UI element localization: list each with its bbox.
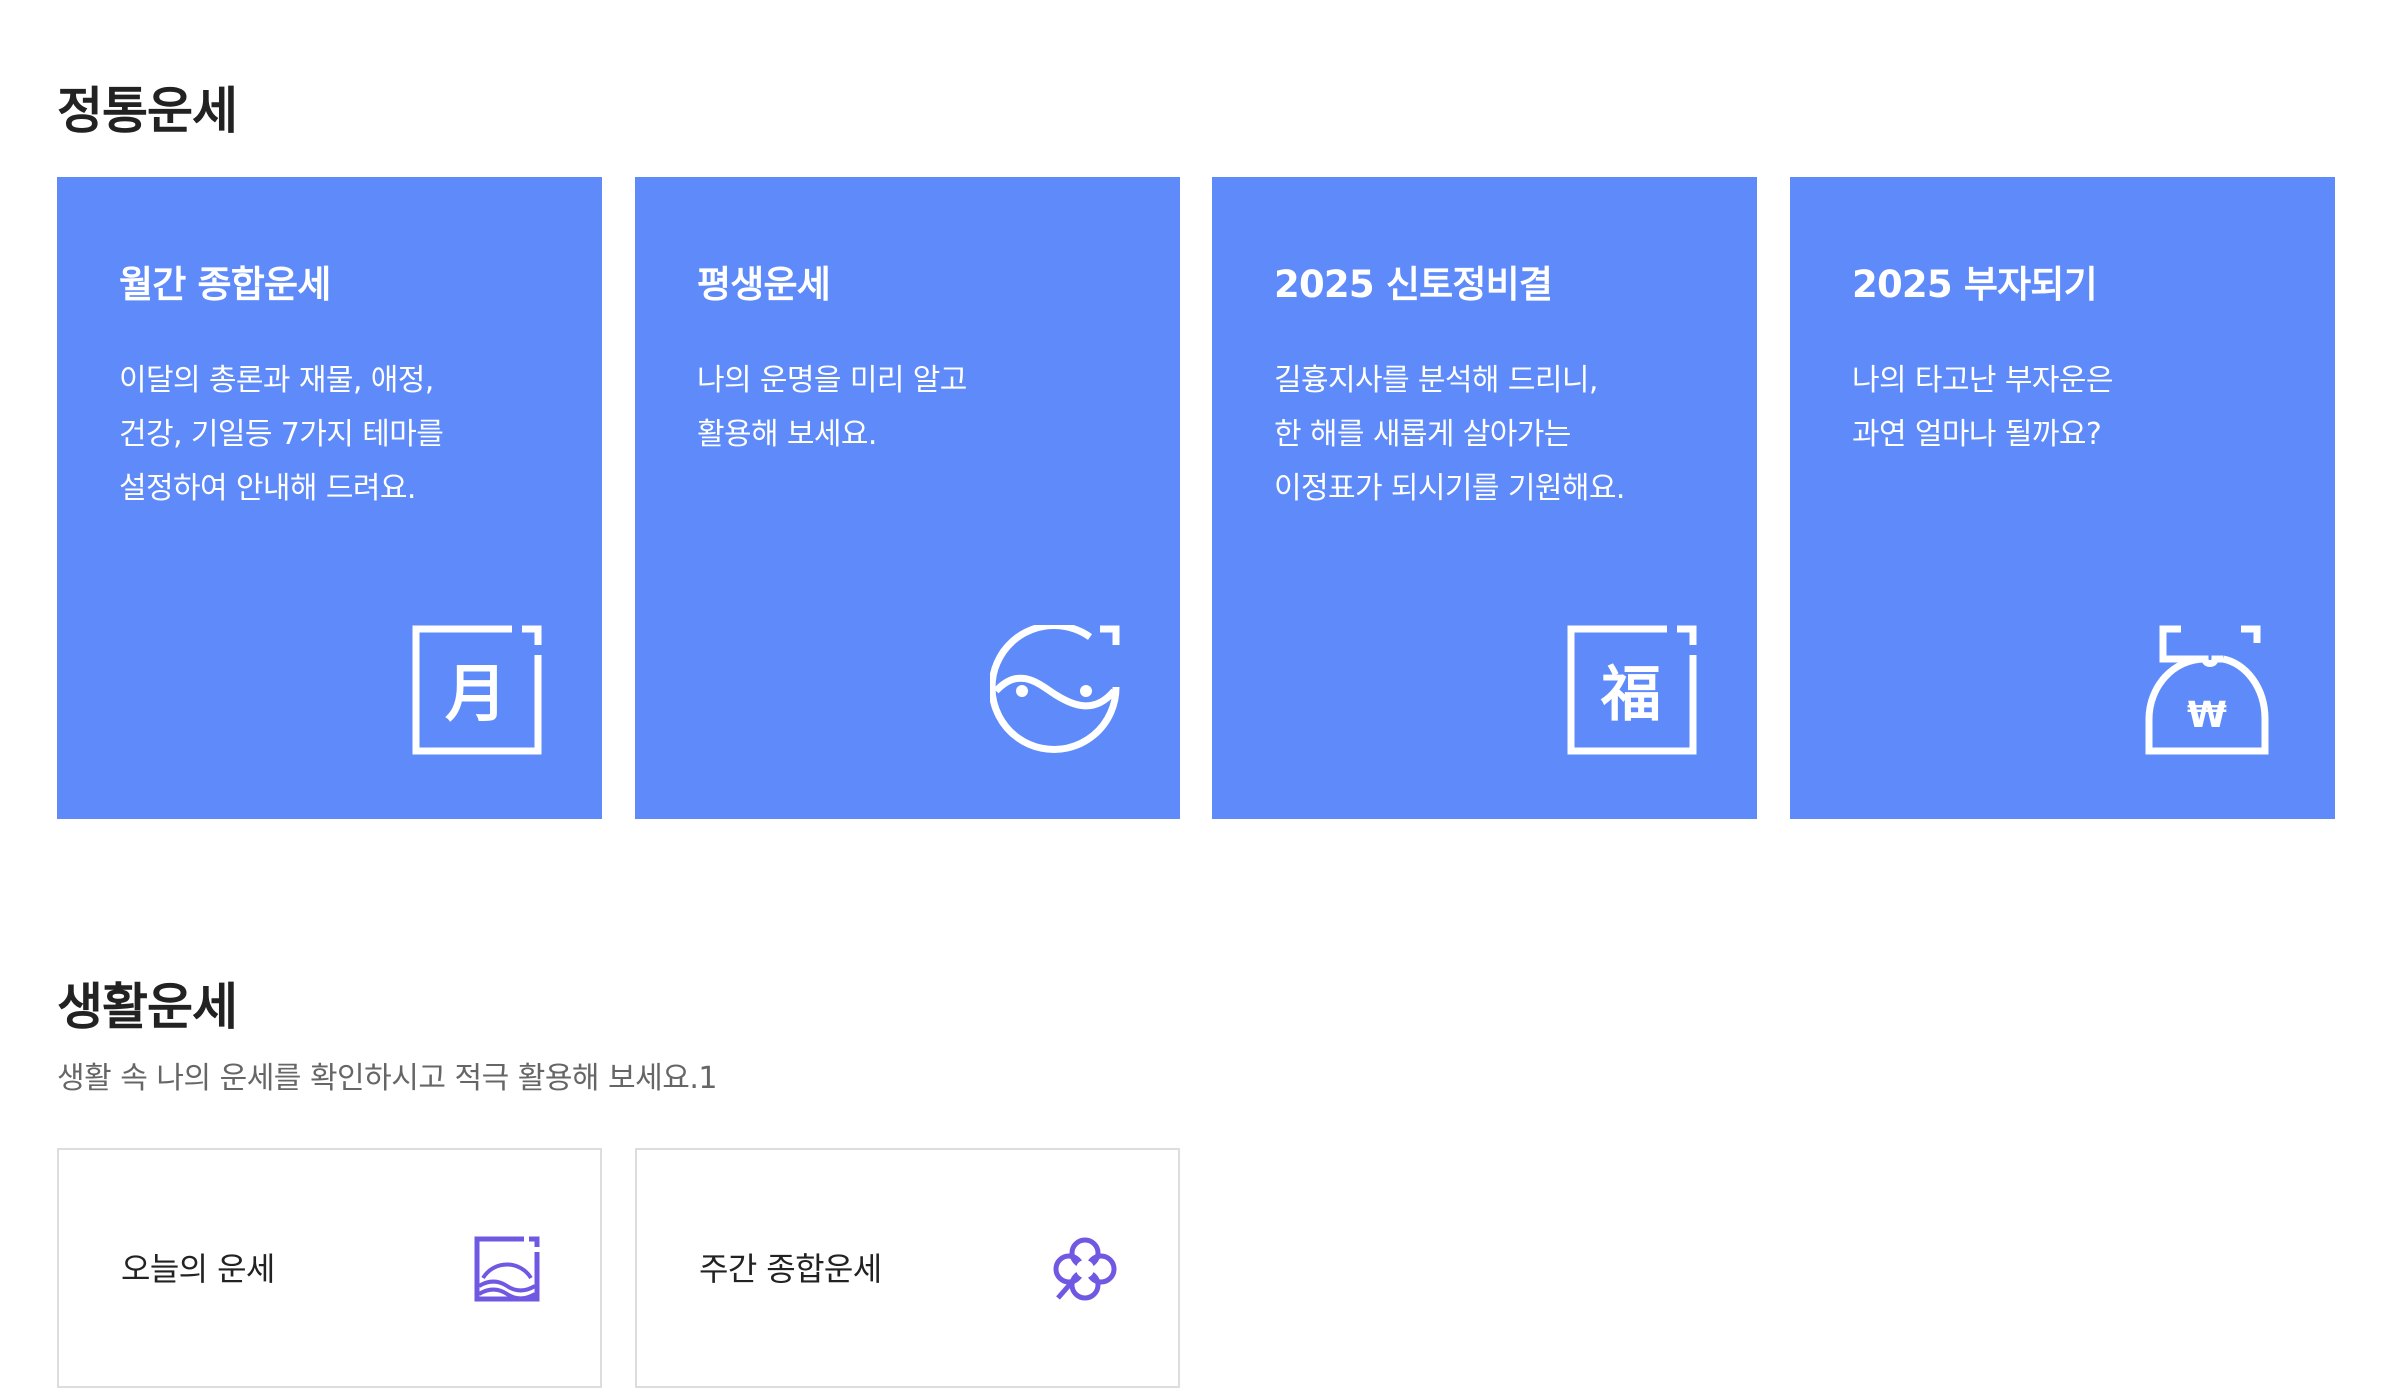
- card-description: 나의 타고난 부자운은 과연 얼마나 될까요?: [1852, 354, 2113, 462]
- card-description: 나의 운명을 미리 알고 활용해 보세요.: [697, 354, 967, 462]
- svg-text:₩: ₩: [2187, 695, 2227, 736]
- card-label: 오늘의 운세: [121, 1250, 275, 1288]
- section-title-life: 생활운세: [57, 978, 238, 1036]
- card-description: 이달의 총론과 재물, 애정, 건강, 기일등 7가지 테마를 설정하여 안내해…: [119, 354, 444, 516]
- yin-yang-icon: [990, 625, 1120, 755]
- card-desc-line: 과연 얼마나 될까요?: [1852, 417, 2102, 452]
- card-monthly-fortune[interactable]: 월간 종합운세 이달의 총론과 재물, 애정, 건강, 기일등 7가지 테마를 …: [57, 177, 602, 819]
- card-desc-line: 건강, 기일등 7가지 테마를: [119, 417, 444, 452]
- card-title: 2025 신토정비결: [1274, 263, 1553, 306]
- sunrise-icon: [474, 1236, 540, 1302]
- card-title: 2025 부자되기: [1852, 263, 2098, 306]
- card-weekly-fortune[interactable]: 주간 종합운세: [635, 1148, 1180, 1388]
- clover-icon: [1052, 1236, 1118, 1302]
- svg-text:月: 月: [445, 657, 507, 730]
- card-desc-line: 나의 타고난 부자운은: [1852, 363, 2113, 398]
- card-label: 주간 종합운세: [699, 1250, 882, 1288]
- card-desc-line: 이정표가 되시기를 기원해요.: [1274, 471, 1625, 506]
- card-today-fortune[interactable]: 오늘의 운세: [57, 1148, 602, 1388]
- moon-character-icon: 月: [412, 625, 542, 755]
- traditional-fortune-cards: 월간 종합운세 이달의 총론과 재물, 애정, 건강, 기일등 7가지 테마를 …: [57, 177, 2335, 819]
- card-desc-line: 한 해를 새롭게 살아가는: [1274, 417, 1571, 452]
- money-pouch-icon: ₩: [2145, 625, 2275, 755]
- card-lifetime-fortune[interactable]: 평생운세 나의 운명을 미리 알고 활용해 보세요.: [635, 177, 1180, 819]
- card-desc-line: 설정하여 안내해 드려요.: [119, 471, 416, 506]
- svg-text:福: 福: [1600, 660, 1661, 730]
- card-tojeong-fortune[interactable]: 2025 신토정비결 길흉지사를 분석해 드리니, 한 해를 새롭게 살아가는 …: [1212, 177, 1757, 819]
- section-description-life: 생활 속 나의 운세를 확인하시고 적극 활용해 보세요.1: [57, 1061, 717, 1096]
- card-title: 월간 종합운세: [119, 263, 331, 306]
- card-desc-line: 길흉지사를 분석해 드리니,: [1274, 363, 1598, 398]
- card-wealth-fortune[interactable]: 2025 부자되기 나의 타고난 부자운은 과연 얼마나 될까요? ₩: [1790, 177, 2335, 819]
- section-title-traditional: 정통운세: [57, 82, 238, 140]
- card-desc-line: 이달의 총론과 재물, 애정,: [119, 363, 434, 398]
- card-description: 길흉지사를 분석해 드리니, 한 해를 새롭게 살아가는 이정표가 되시기를 기…: [1274, 354, 1625, 516]
- card-desc-line: 활용해 보세요.: [697, 417, 877, 452]
- card-desc-line: 나의 운명을 미리 알고: [697, 363, 967, 398]
- life-fortune-cards: 오늘의 운세 주간 종합운세: [57, 1148, 1182, 1390]
- card-title: 평생운세: [697, 263, 831, 306]
- fortune-character-icon: 福: [1567, 625, 1697, 755]
